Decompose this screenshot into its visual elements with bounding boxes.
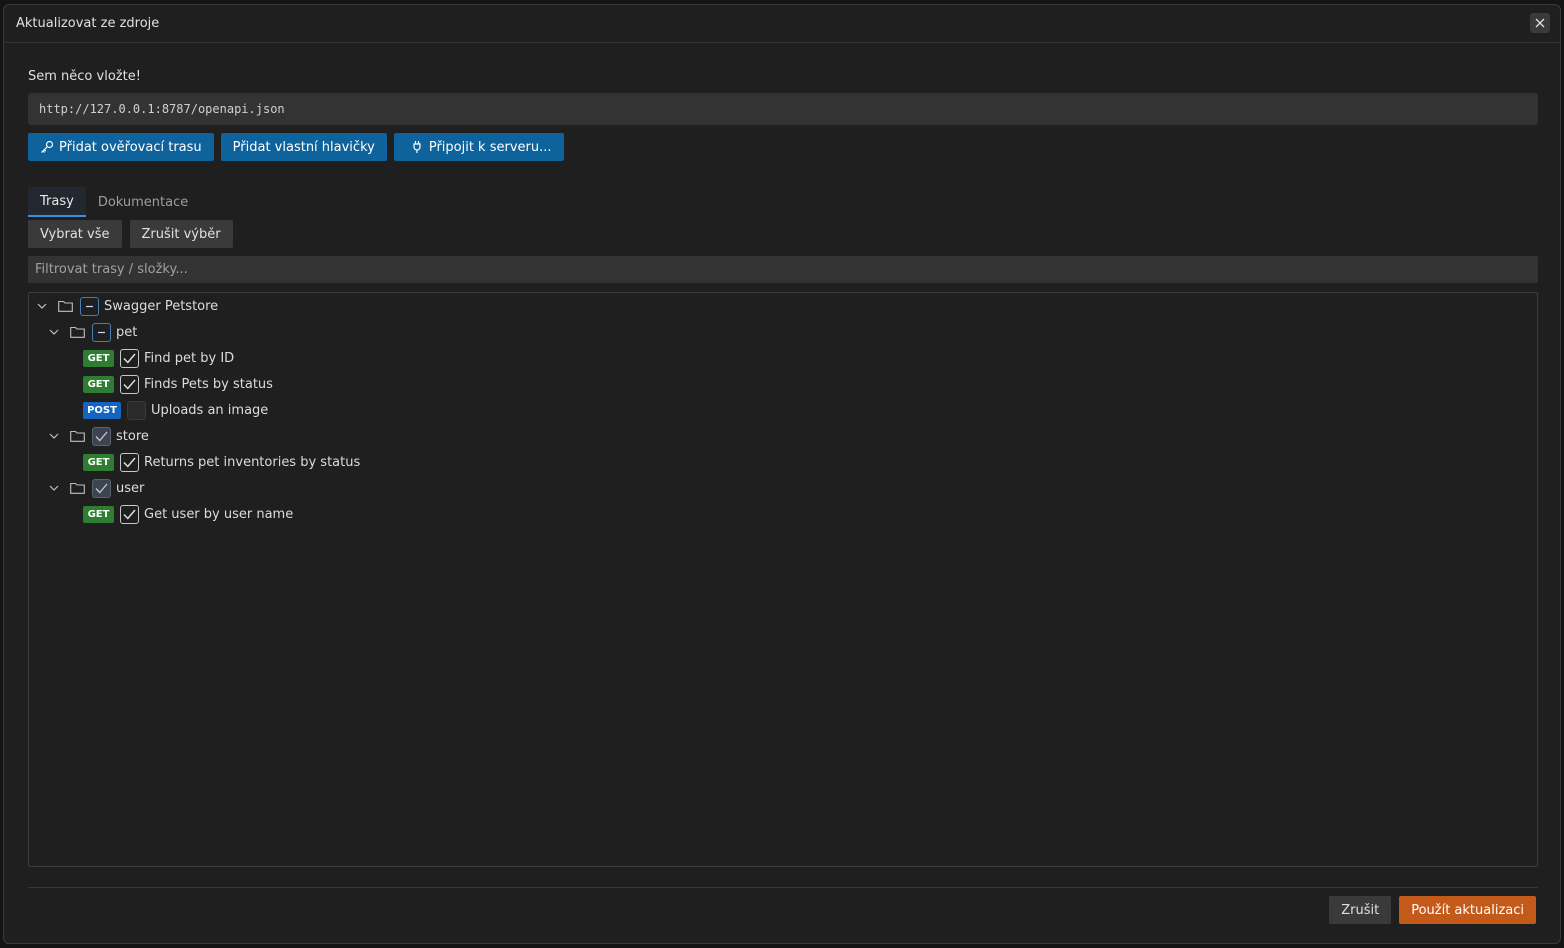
add-auth-route-label: Přidat ověřovací trasu bbox=[59, 139, 202, 155]
route-label: Uploads an image bbox=[151, 402, 269, 418]
add-auth-route-button[interactable]: Přidat ověřovací trasu bbox=[28, 133, 214, 161]
route-label: Find pet by ID bbox=[144, 350, 235, 366]
add-custom-headers-button[interactable]: Přidat vlastní hlavičky bbox=[220, 133, 387, 161]
update-from-source-dialog: Aktualizovat ze zdroje Sem něco vložte! … bbox=[3, 4, 1561, 944]
chevron-down-icon[interactable] bbox=[47, 429, 61, 443]
folder-row-user[interactable]: user bbox=[47, 475, 144, 501]
close-button[interactable] bbox=[1530, 13, 1550, 33]
chevron-down-icon[interactable] bbox=[47, 325, 61, 339]
connect-server-button[interactable]: Připojit k serveru... bbox=[393, 133, 564, 161]
folder-icon bbox=[70, 429, 86, 443]
method-badge-get: GET bbox=[83, 349, 114, 367]
key-icon bbox=[41, 140, 54, 153]
method-badge-get: GET bbox=[83, 505, 114, 523]
folder-icon bbox=[70, 481, 86, 495]
dialog-titlebar: Aktualizovat ze zdroje bbox=[4, 5, 1560, 43]
tree-root-row[interactable]: Swagger Petstore bbox=[35, 293, 218, 319]
dialog-body: Sem něco vložte! Přidat ověřovací trasu … bbox=[28, 43, 1538, 943]
route-filter-input[interactable] bbox=[28, 256, 1538, 283]
dialog-footer: Zrušit Použít aktualizaci bbox=[1329, 896, 1536, 924]
route-tree: Swagger Petstore pet GET Find pet by ID … bbox=[28, 292, 1538, 867]
tab-documentation[interactable]: Dokumentace bbox=[86, 187, 200, 217]
method-badge-post: POST bbox=[83, 401, 121, 419]
tab-bar: Trasy Dokumentace bbox=[28, 187, 200, 217]
footer-divider bbox=[28, 887, 1538, 888]
chevron-down-icon[interactable] bbox=[47, 481, 61, 495]
route-checkbox[interactable] bbox=[127, 400, 146, 420]
route-row[interactable]: GET Find pet by ID bbox=[83, 345, 234, 371]
folder-label-user: user bbox=[116, 480, 145, 496]
dialog-title: Aktualizovat ze zdroje bbox=[16, 16, 160, 31]
chevron-down-icon[interactable] bbox=[35, 299, 49, 313]
checkbox-checked[interactable] bbox=[92, 426, 111, 446]
close-icon bbox=[1535, 18, 1545, 28]
route-checkbox[interactable] bbox=[120, 452, 139, 472]
connect-server-label: Připojit k serveru... bbox=[428, 139, 552, 155]
route-row[interactable]: GET Get user by user name bbox=[83, 501, 293, 527]
checkbox-checked[interactable] bbox=[92, 478, 111, 498]
add-custom-headers-label: Přidat vlastní hlavičky bbox=[232, 139, 375, 155]
route-checkbox[interactable] bbox=[120, 374, 139, 394]
folder-row-pet[interactable]: pet bbox=[47, 319, 137, 345]
tree-root-label: Swagger Petstore bbox=[104, 298, 219, 314]
source-url-input[interactable] bbox=[28, 93, 1538, 125]
cancel-button[interactable]: Zrušit bbox=[1329, 896, 1392, 924]
route-label: Get user by user name bbox=[144, 506, 294, 522]
plug-icon bbox=[413, 141, 421, 153]
tab-routes[interactable]: Trasy bbox=[28, 187, 86, 217]
checkbox-partial[interactable] bbox=[92, 322, 111, 342]
checkbox-partial[interactable] bbox=[80, 296, 99, 316]
route-row[interactable]: POST Uploads an image bbox=[83, 397, 268, 423]
route-row[interactable]: GET Returns pet inventories by status bbox=[83, 449, 360, 475]
route-checkbox[interactable] bbox=[120, 348, 139, 368]
paste-prompt: Sem něco vložte! bbox=[28, 69, 141, 84]
source-actions: Přidat ověřovací trasu Přidat vlastní hl… bbox=[28, 133, 564, 161]
apply-update-button[interactable]: Použít aktualizaci bbox=[1399, 896, 1536, 924]
folder-label-pet: pet bbox=[116, 324, 138, 340]
folder-icon bbox=[58, 299, 74, 313]
method-badge-get: GET bbox=[83, 375, 114, 393]
folder-icon bbox=[70, 325, 86, 339]
route-checkbox[interactable] bbox=[120, 504, 139, 524]
folder-label-store: store bbox=[116, 428, 149, 444]
deselect-button[interactable]: Zrušit výběr bbox=[129, 220, 233, 248]
route-label: Finds Pets by status bbox=[144, 376, 273, 392]
selection-actions: Vybrat vše Zrušit výběr bbox=[28, 220, 233, 248]
select-all-button[interactable]: Vybrat vše bbox=[28, 220, 122, 248]
method-badge-get: GET bbox=[83, 453, 114, 471]
route-row[interactable]: GET Finds Pets by status bbox=[83, 371, 273, 397]
route-label: Returns pet inventories by status bbox=[144, 454, 361, 470]
folder-row-store[interactable]: store bbox=[47, 423, 149, 449]
